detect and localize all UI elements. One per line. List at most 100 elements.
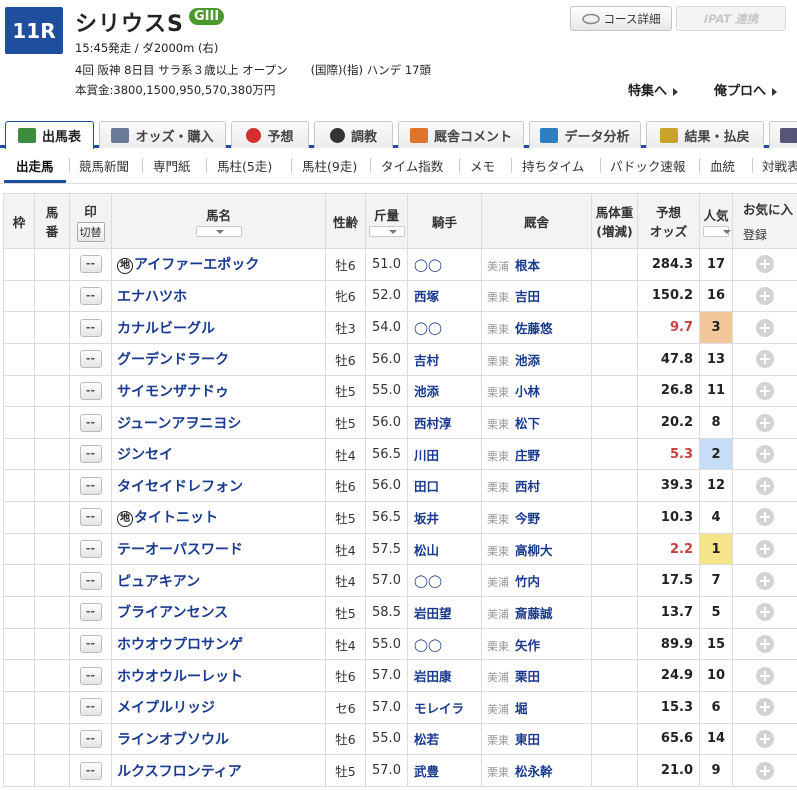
add-favorite-icon[interactable] <box>756 350 774 369</box>
horse-name-link[interactable]: グーデンドラーク <box>117 352 229 368</box>
subtab-special-paper[interactable]: 専門紙 <box>153 156 191 175</box>
trainer-link[interactable]: 松下 <box>515 416 540 431</box>
trainer-link[interactable]: 高柳大 <box>515 543 553 558</box>
jockey-link[interactable]: ◯◯ <box>407 564 482 598</box>
add-favorite-icon[interactable] <box>756 286 774 305</box>
subtab-time-index[interactable]: タイム指数 <box>381 156 443 175</box>
jockey-link[interactable]: 川田 <box>407 437 482 471</box>
col-popularity[interactable]: 人気 <box>699 193 733 249</box>
trainer-link[interactable]: 松永幹 <box>515 764 553 779</box>
trainer-link[interactable]: 今野 <box>515 511 540 526</box>
tab-results[interactable]: 結果・払戻 <box>646 121 764 148</box>
subtab-umabashira-5[interactable]: 馬柱(5走) <box>217 156 272 175</box>
jockey-link[interactable]: 松山 <box>407 532 482 566</box>
horse-name-cell[interactable]: 地タイトニット <box>111 501 326 534</box>
tab-prediction[interactable]: 予想 <box>231 121 309 148</box>
add-favorite-icon[interactable] <box>756 255 774 274</box>
horse-name-cell[interactable]: ピュアキアン <box>111 564 326 598</box>
horse-name-link[interactable]: カナルビーグル <box>117 321 215 337</box>
col-horse-name[interactable]: 馬名 <box>111 193 326 249</box>
horse-name-link[interactable]: タイトニット <box>134 510 218 526</box>
horse-name-cell[interactable]: テーオーパスワード <box>111 532 326 566</box>
mark-select-button[interactable]: -- <box>79 571 102 590</box>
add-favorite-icon[interactable] <box>756 508 774 527</box>
sort-icon[interactable] <box>368 226 405 237</box>
tab-shutsubahyo[interactable]: 出馬表 <box>5 121 94 149</box>
subtab-paddock[interactable]: パドック速報 <box>610 156 685 175</box>
horse-name-cell[interactable]: ラインオブソウル <box>111 722 326 756</box>
horse-name-link[interactable]: サイモンザナドゥ <box>117 384 229 400</box>
mark-select-button[interactable]: -- <box>79 381 102 400</box>
tab-odds[interactable]: オッズ・購入 <box>99 121 226 148</box>
horse-name-link[interactable]: ジンセイ <box>117 447 173 463</box>
subtab-horses[interactable]: 出走馬 <box>16 156 54 175</box>
jockey-link[interactable]: 岩田望 <box>407 596 482 629</box>
mark-select-button[interactable]: -- <box>79 286 102 305</box>
horse-name-link[interactable]: ホウオウプロサンゲ <box>117 637 243 653</box>
add-favorite-icon[interactable] <box>756 761 774 780</box>
trainer-link[interactable]: 堀 <box>515 701 528 716</box>
horse-name-cell[interactable]: ブライアンセンス <box>111 596 326 629</box>
tab-training[interactable]: 調教 <box>314 121 393 148</box>
horse-name-link[interactable]: ルクスフロンティア <box>117 764 242 780</box>
jockey-link[interactable]: 坂井 <box>407 501 482 534</box>
mark-select-button[interactable]: -- <box>79 666 102 685</box>
jockey-link[interactable]: 吉村 <box>407 342 482 376</box>
sort-icon[interactable] <box>703 226 731 237</box>
trainer-link[interactable]: 東田 <box>515 732 540 747</box>
mark-select-button[interactable]: -- <box>79 603 102 622</box>
horse-name-cell[interactable]: タイセイドレフォン <box>111 469 326 503</box>
subtab-best-times[interactable]: 持ちタイム <box>522 156 584 175</box>
trainer-link[interactable]: 竹内 <box>515 574 540 589</box>
jockey-link[interactable]: ◯◯ <box>407 627 482 661</box>
horse-name-link[interactable]: アイファーエポック <box>134 257 259 273</box>
horse-name-cell[interactable]: 地アイファーエポック <box>111 248 326 281</box>
horse-name-link[interactable]: ジューンアヲニヨシ <box>117 416 241 432</box>
course-detail-button[interactable]: コース詳細 <box>570 6 672 31</box>
tab-video[interactable] <box>769 121 797 148</box>
mark-select-button[interactable]: -- <box>79 255 102 274</box>
trainer-link[interactable]: 西村 <box>515 479 540 494</box>
orepro-link[interactable]: 俺プロへ <box>714 80 778 99</box>
trainer-link[interactable]: 栗田 <box>515 669 540 684</box>
horse-name-link[interactable]: メイプルリッジ <box>117 700 215 716</box>
trainer-link[interactable]: 小林 <box>515 384 540 399</box>
add-favorite-icon[interactable] <box>756 476 774 495</box>
trainer-link[interactable]: 庄野 <box>515 448 540 463</box>
horse-name-link[interactable]: ホウオウルーレット <box>117 669 243 685</box>
add-favorite-icon[interactable] <box>756 666 774 685</box>
horse-name-link[interactable]: ブライアンセンス <box>117 605 228 621</box>
mark-select-button[interactable]: -- <box>79 761 102 780</box>
jockey-link[interactable]: 田口 <box>407 469 482 503</box>
subtab-umabashira-9[interactable]: 馬柱(9走) <box>302 156 357 175</box>
mark-select-button[interactable]: -- <box>79 413 102 432</box>
jockey-link[interactable]: 西塚 <box>407 279 482 313</box>
mark-select-button[interactable]: -- <box>79 729 102 748</box>
jockey-link[interactable]: 西村淳 <box>407 406 482 439</box>
jockey-link[interactable]: 岩田康 <box>407 659 482 692</box>
horse-name-link[interactable]: タイセイドレフォン <box>117 479 243 495</box>
jockey-link[interactable]: ◯◯ <box>407 248 482 281</box>
horse-name-cell[interactable]: グーデンドラーク <box>111 342 326 376</box>
tab-stable-comment[interactable]: 厩舎コメント <box>398 121 524 148</box>
trainer-link[interactable]: 根本 <box>515 258 540 273</box>
horse-name-cell[interactable]: カナルビーグル <box>111 311 326 344</box>
horse-name-link[interactable]: ピュアキアン <box>117 574 200 590</box>
subtab-matchups[interactable]: 対戦表 <box>762 156 797 175</box>
jockey-link[interactable]: 池添 <box>407 374 482 408</box>
mark-select-button[interactable]: -- <box>79 445 102 464</box>
horse-name-cell[interactable]: ジューンアヲニヨシ <box>111 406 326 439</box>
add-favorite-icon[interactable] <box>756 540 774 559</box>
jockey-link[interactable]: モレイラ <box>407 690 482 724</box>
ipat-link-button[interactable]: IPAT 連携 <box>676 6 786 31</box>
add-favorite-icon[interactable] <box>756 445 774 464</box>
add-favorite-icon[interactable] <box>756 318 774 337</box>
subtab-memo[interactable]: メモ <box>470 156 495 175</box>
horse-name-cell[interactable]: ホウオウルーレット <box>111 659 326 692</box>
add-favorite-icon[interactable] <box>756 571 774 590</box>
trainer-link[interactable]: 斎藤誠 <box>515 606 553 621</box>
add-favorite-icon[interactable] <box>756 729 774 748</box>
mark-select-button[interactable]: -- <box>79 476 102 495</box>
mark-select-button[interactable]: -- <box>79 635 102 653</box>
mark-select-button[interactable]: -- <box>79 508 102 527</box>
